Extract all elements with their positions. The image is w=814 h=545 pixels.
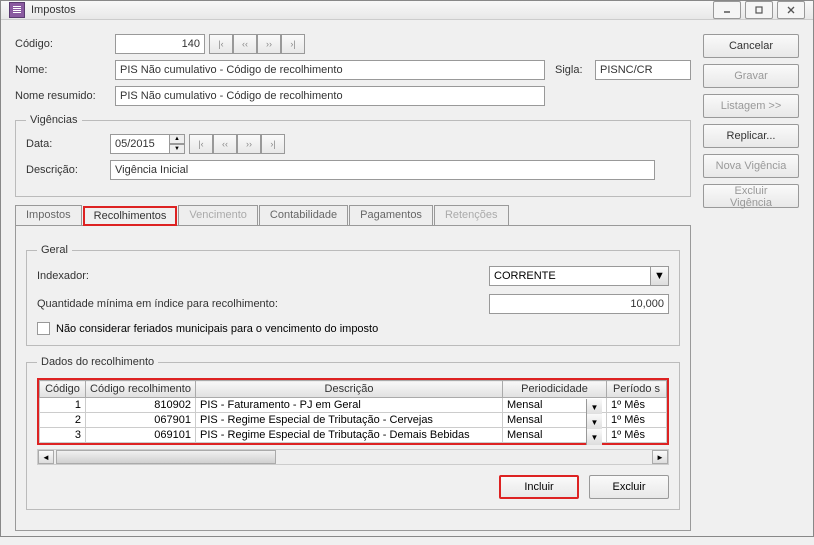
codigo-label: Código: (15, 38, 115, 50)
scroll-right-icon[interactable]: ► (652, 450, 668, 464)
cell-descricao[interactable]: PIS - Regime Especial de Tributação - De… (196, 428, 503, 443)
vig-nav-prev-button[interactable]: ‹‹ (213, 134, 237, 154)
app-icon (9, 2, 25, 18)
nova-vigencia-button[interactable]: Nova Vigência (703, 154, 799, 178)
th-codigo-rec: Código recolhimento (86, 381, 196, 398)
th-descricao: Descrição (196, 381, 503, 398)
excluir-button[interactable]: Excluir (589, 475, 669, 499)
geral-fieldset: Geral Indexador: CORRENTE ▼ Quantidade m… (26, 244, 680, 346)
descricao-label: Descrição: (26, 164, 110, 176)
vig-nav-next-button[interactable]: ›› (237, 134, 261, 154)
cell-codigo[interactable]: 1 (40, 398, 86, 413)
descricao-input[interactable] (110, 160, 655, 180)
cell-descricao[interactable]: PIS - Faturamento - PJ em Geral (196, 398, 503, 413)
feriados-label: Não considerar feriados municipais para … (56, 323, 378, 335)
chevron-down-icon: ▼ (586, 414, 602, 430)
codigo-input[interactable] (115, 34, 205, 54)
chevron-down-icon: ▼ (586, 429, 602, 445)
quantidade-label: Quantidade mínima em índice para recolhi… (37, 298, 489, 310)
nav-prev-button[interactable]: ‹‹ (233, 34, 257, 54)
data-spinner-up[interactable]: ▲ (169, 134, 185, 144)
vigencias-fieldset: Vigências Data: ▲ ▼ |‹ ‹‹ ›› ›| (15, 114, 691, 197)
replicar-button[interactable]: Replicar... (703, 124, 799, 148)
indexador-combo[interactable]: CORRENTE ▼ (489, 266, 669, 286)
cell-codigo-rec[interactable]: 067901 (86, 413, 196, 428)
quantidade-input[interactable] (489, 294, 669, 314)
geral-legend: Geral (37, 244, 72, 256)
tab-vencimento[interactable]: Vencimento (178, 205, 257, 225)
cell-periodo[interactable]: 1º Mês (607, 413, 667, 428)
sigla-input[interactable] (595, 60, 691, 80)
close-button[interactable] (777, 1, 805, 19)
data-label: Data: (26, 138, 110, 150)
feriados-checkbox[interactable] (37, 322, 50, 335)
nav-next-button[interactable]: ›› (257, 34, 281, 54)
titlebar: Impostos (1, 1, 813, 20)
cell-codigo-rec[interactable]: 069101 (86, 428, 196, 443)
data-spinner-down[interactable]: ▼ (169, 144, 185, 154)
table-row[interactable]: 1810902PIS - Faturamento - PJ em GeralMe… (40, 398, 667, 413)
th-periodo: Período s (607, 381, 667, 398)
th-periodicidade: Periodicidade (503, 381, 607, 398)
sigla-label: Sigla: (555, 64, 595, 76)
tab-impostos[interactable]: Impostos (15, 205, 82, 225)
dados-legend: Dados do recolhimento (37, 356, 158, 368)
cell-codigo[interactable]: 3 (40, 428, 86, 443)
chevron-down-icon: ▼ (650, 267, 668, 285)
cell-periodicidade[interactable]: Mensal▼ (503, 413, 607, 428)
maximize-button[interactable] (745, 1, 773, 19)
nav-last-button[interactable]: ›| (281, 34, 305, 54)
th-codigo: Código (40, 381, 86, 398)
excluir-vigencia-button[interactable]: Excluir Vigência (703, 184, 799, 208)
cell-periodicidade[interactable]: Mensal▼ (503, 398, 607, 413)
tab-contabilidade[interactable]: Contabilidade (259, 205, 348, 225)
tab-bar: Impostos Recolhimentos Vencimento Contab… (15, 205, 691, 226)
cell-codigo-rec[interactable]: 810902 (86, 398, 196, 413)
tab-retencoes[interactable]: Retenções (434, 205, 509, 225)
cell-periodicidade[interactable]: Mensal▼ (503, 428, 607, 443)
window-title: Impostos (31, 4, 713, 16)
tab-recolhimentos[interactable]: Recolhimentos (83, 206, 178, 226)
vigencias-legend: Vigências (26, 114, 82, 126)
cell-periodo[interactable]: 1º Mês (607, 428, 667, 443)
chevron-down-icon: ▼ (586, 399, 602, 415)
nome-input[interactable] (115, 60, 545, 80)
listagem-button[interactable]: Listagem >> (703, 94, 799, 118)
tab-pagamentos[interactable]: Pagamentos (349, 205, 433, 225)
nome-resumido-label: Nome resumido: (15, 90, 115, 102)
cell-codigo[interactable]: 2 (40, 413, 86, 428)
cancelar-button[interactable]: Cancelar (703, 34, 799, 58)
nome-label: Nome: (15, 64, 115, 76)
scroll-thumb[interactable] (56, 450, 276, 464)
nome-resumido-input[interactable] (115, 86, 545, 106)
data-input[interactable] (110, 134, 170, 154)
window: Impostos Código: |‹ ‹‹ ›› ›| Nome: (0, 0, 814, 537)
table-row[interactable]: 3069101PIS - Regime Especial de Tributaç… (40, 428, 667, 443)
recolhimento-table: Código Código recolhimento Descrição Per… (37, 378, 669, 445)
table-h-scrollbar[interactable]: ◄ ► (37, 449, 669, 465)
gravar-button[interactable]: Gravar (703, 64, 799, 88)
table-row[interactable]: 2067901PIS - Regime Especial de Tributaç… (40, 413, 667, 428)
vig-nav-last-button[interactable]: ›| (261, 134, 285, 154)
nav-first-button[interactable]: |‹ (209, 34, 233, 54)
scroll-left-icon[interactable]: ◄ (38, 450, 54, 464)
indexador-label: Indexador: (37, 270, 489, 282)
cell-descricao[interactable]: PIS - Regime Especial de Tributação - Ce… (196, 413, 503, 428)
incluir-button[interactable]: Incluir (499, 475, 579, 499)
dados-fieldset: Dados do recolhimento Código Código reco… (26, 356, 680, 510)
tab-content: Geral Indexador: CORRENTE ▼ Quantidade m… (15, 226, 691, 531)
cell-periodo[interactable]: 1º Mês (607, 398, 667, 413)
indexador-value: CORRENTE (494, 270, 556, 282)
minimize-button[interactable] (713, 1, 741, 19)
vig-nav-first-button[interactable]: |‹ (189, 134, 213, 154)
